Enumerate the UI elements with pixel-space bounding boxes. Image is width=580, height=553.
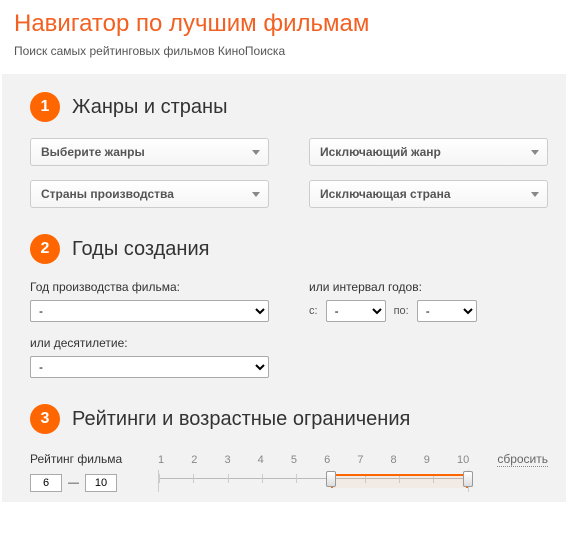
rating-min-input[interactable] [30,474,62,492]
section-ratings: 3 Рейтинги и возрастные ограничения Рейт… [30,404,548,492]
countries-select-label: Страны производства [41,187,174,201]
slider-handle-min[interactable] [326,471,336,487]
from-label: с: [309,305,318,317]
section-title-1: Жанры и страны [72,96,227,119]
chevron-down-icon [531,150,539,155]
chevron-down-icon [252,150,260,155]
exclude-country-select[interactable]: Исключающая страна [309,180,548,208]
rating-dash: — [68,477,79,489]
section-badge-1: 1 [30,92,60,122]
section-genres-countries: 1 Жанры и страны Выберите жанры Исключаю… [30,92,548,208]
chevron-down-icon [531,192,539,197]
section-years: 2 Годы создания Год производства фильма:… [30,234,548,378]
slider-tick-labels: 12345678910 [158,454,469,466]
genres-select[interactable]: Выберите жанры [30,138,269,166]
decade-select[interactable]: - [30,356,269,378]
rating-label: Рейтинг фильма [30,452,140,466]
section-title-3: Рейтинги и возрастные ограничения [72,408,410,431]
chevron-down-icon [252,192,260,197]
year-select[interactable]: - [30,300,269,322]
year-from-select[interactable]: - [326,300,386,322]
year-to-select[interactable]: - [417,300,477,322]
section-badge-3: 3 [30,404,60,434]
to-label: по: [394,305,409,317]
year-label: Год производства фильма: [30,280,269,294]
section-title-2: Годы создания [72,238,209,261]
section-badge-2: 2 [30,234,60,264]
interval-label: или интервал годов: [309,280,548,294]
rating-slider[interactable]: 12345678910 [158,450,469,492]
page-title: Навигатор по лучшим фильмам [0,0,580,44]
exclude-genre-select[interactable]: Исключающий жанр [309,138,548,166]
exclude-genre-label: Исключающий жанр [320,145,441,159]
slider-handle-max[interactable] [463,471,473,487]
page-subtitle: Поиск самых рейтинговых фильмов КиноПоис… [0,44,580,74]
genres-select-label: Выберите жанры [41,145,145,159]
countries-select[interactable]: Страны производства [30,180,269,208]
reset-link[interactable]: сбросить [497,452,548,467]
rating-max-input[interactable] [85,474,117,492]
filter-panel: 1 Жанры и страны Выберите жанры Исключаю… [2,74,566,502]
slider-selected-range [331,474,469,488]
decade-label: или десятилетие: [30,336,269,350]
exclude-country-label: Исключающая страна [320,187,451,201]
